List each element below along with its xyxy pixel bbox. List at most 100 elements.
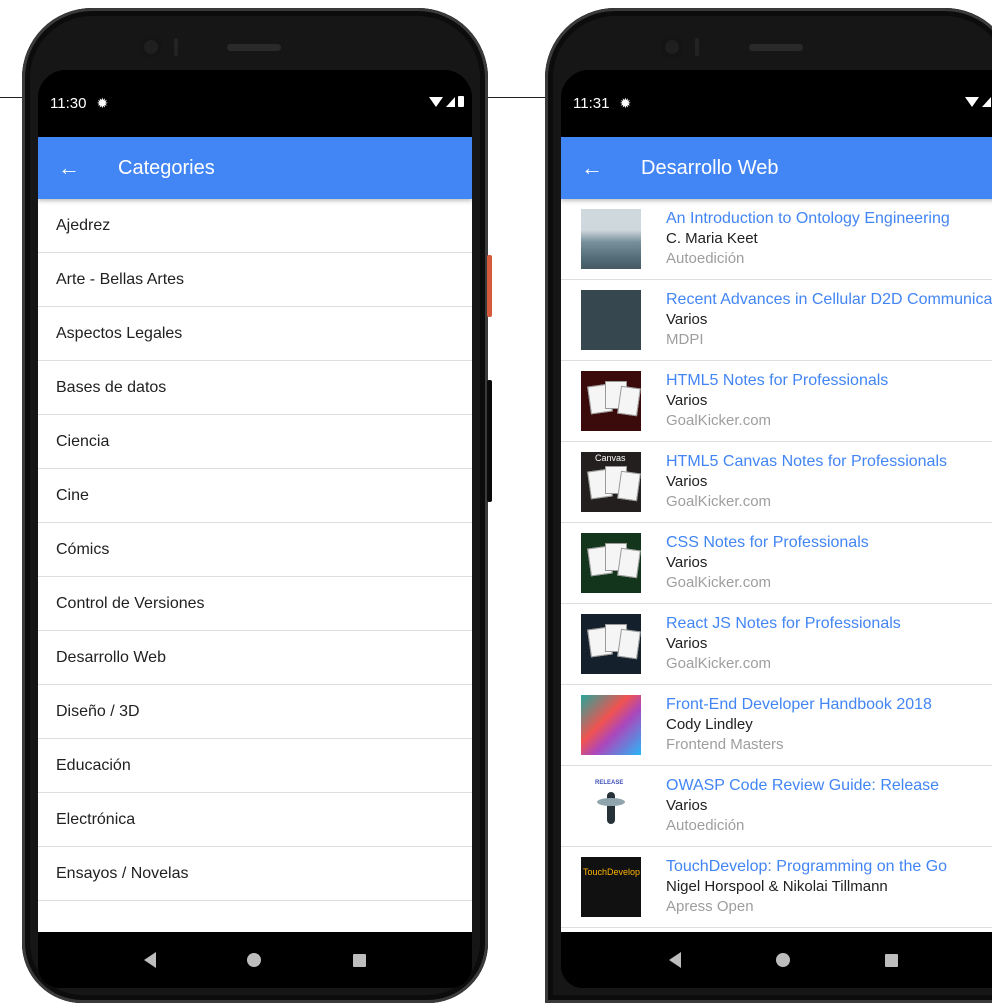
- category-item[interactable]: Arte - Bellas Artes: [38, 253, 472, 307]
- status-time: 11:30: [50, 95, 87, 112]
- square-icon[interactable]: [353, 953, 367, 967]
- category-label: Diseño / 3D: [56, 702, 140, 720]
- triangle-left-icon[interactable]: [668, 952, 681, 968]
- book-list-item[interactable]: An Introduction to Ontology Engineering …: [561, 199, 992, 280]
- screen-right: 11:31 ✹ ← Desarrollo Web An Introduction…: [561, 70, 992, 988]
- square-icon[interactable]: [884, 953, 898, 967]
- proximity-sensor: [695, 38, 699, 56]
- book-list-item[interactable]: HTML5 Notes for Professionals Varios Goa…: [561, 361, 992, 442]
- book-author: Cody Lindley: [666, 716, 753, 733]
- category-label: Aspectos Legales: [56, 324, 183, 342]
- book-author: C. Maria Keet: [666, 230, 758, 247]
- category-label: Ciencia: [56, 432, 110, 450]
- book-title: React JS Notes for Professionals: [666, 615, 901, 632]
- book-details: CSS Notes for Professionals Varios GoalK…: [666, 533, 869, 593]
- backdrop-line-middle: [488, 97, 546, 98]
- category-item[interactable]: Ciencia: [38, 415, 472, 469]
- book-list-item[interactable]: CSS Notes for Professionals Varios GoalK…: [561, 523, 992, 604]
- category-item[interactable]: Ajedrez: [38, 199, 472, 253]
- book-publisher: GoalKicker.com: [666, 655, 772, 672]
- battery-icon: [458, 96, 464, 107]
- category-item[interactable]: Ensayos / Novelas: [38, 847, 472, 901]
- gear-icon: ✹: [619, 95, 632, 111]
- category-item[interactable]: Aspectos Legales: [38, 307, 472, 361]
- book-title: OWASP Code Review Guide: Release: [666, 777, 940, 794]
- cover-label-canvas: Canvas: [595, 453, 626, 463]
- circle-icon[interactable]: [247, 953, 262, 967]
- book-title: An Introduction to Ontology Engineering: [666, 210, 950, 227]
- book-publisher: MDPI: [666, 331, 704, 348]
- arrow-left-icon[interactable]: ←: [581, 155, 621, 181]
- category-label: Cómics: [56, 540, 110, 558]
- book-list-item[interactable]: RELEASE OWASP Code Review Guide: Release…: [561, 766, 992, 847]
- proximity-sensor: [174, 38, 178, 56]
- page-title: Desarrollo Web: [641, 156, 779, 179]
- page-title: Categories: [118, 156, 215, 179]
- book-details: OWASP Code Review Guide: Release Varios …: [666, 776, 939, 836]
- book-details: Recent Advances in Cellular D2D Communic…: [666, 290, 992, 350]
- book-cover: [581, 695, 641, 755]
- power-button[interactable]: [487, 255, 492, 317]
- category-label: Control de Versiones: [56, 594, 205, 612]
- category-label: Bases de datos: [56, 378, 167, 396]
- category-item[interactable]: Cine: [38, 469, 472, 523]
- book-title: HTML5 Notes for Professionals: [666, 372, 889, 389]
- book-author: Varios: [666, 392, 708, 409]
- status-bar: 11:31 ✹: [561, 70, 992, 137]
- phone-left: 11:30 ✹ ← Categories Ajedrez Arte - Bell…: [22, 8, 492, 1003]
- book-list-item[interactable]: Recent Advances in Cellular D2D Communic…: [561, 280, 992, 361]
- front-camera: [661, 36, 683, 58]
- category-label: Cine: [56, 486, 89, 504]
- category-label: Educación: [56, 756, 131, 774]
- book-list-item[interactable]: TouchDevelop TouchDevelop: Programming o…: [561, 847, 992, 928]
- book-title: CSS Notes for Professionals: [666, 534, 869, 551]
- category-item[interactable]: Educación: [38, 739, 472, 793]
- category-label: Desarrollo Web: [56, 648, 166, 666]
- gear-icon: ✹: [96, 95, 109, 111]
- book-author: Varios: [666, 797, 708, 814]
- status-icons: [429, 96, 464, 107]
- book-details: TouchDevelop: Programming on the Go Nige…: [666, 857, 947, 917]
- status-bar: 11:30 ✹: [38, 70, 472, 137]
- phone-right: 11:31 ✹ ← Desarrollo Web An Introduction…: [545, 8, 992, 1003]
- backdrop-line-left: [0, 97, 24, 98]
- book-publisher: Autoedición: [666, 250, 745, 267]
- circle-icon[interactable]: [775, 953, 790, 967]
- book-publisher: GoalKicker.com: [666, 574, 772, 591]
- navigation-bar: [561, 932, 992, 988]
- earpiece-speaker: [749, 44, 803, 51]
- category-item[interactable]: Cómics: [38, 523, 472, 577]
- category-item[interactable]: Desarrollo Web: [38, 631, 472, 685]
- book-title: HTML5 Canvas Notes for Professionals: [666, 453, 947, 470]
- wasp-figure: [607, 792, 615, 824]
- book-publisher: GoalKicker.com: [666, 493, 772, 510]
- category-item[interactable]: Diseño / 3D: [38, 685, 472, 739]
- book-author: Varios: [666, 635, 708, 652]
- book-list-item[interactable]: Canvas HTML5 Canvas Notes for Profession…: [561, 442, 992, 523]
- navigation-bar: [38, 932, 472, 988]
- cover-label-release: RELEASE: [595, 780, 624, 786]
- category-label: Arte - Bellas Artes: [56, 270, 185, 288]
- book-author: Varios: [666, 473, 708, 490]
- book-cover: [581, 290, 641, 350]
- triangle-left-icon[interactable]: [143, 952, 156, 968]
- book-list-item[interactable]: React JS Notes for Professionals Varios …: [561, 604, 992, 685]
- book-details: Front-End Developer Handbook 2018 Cody L…: [666, 695, 932, 755]
- book-list-item[interactable]: Front-End Developer Handbook 2018 Cody L…: [561, 685, 992, 766]
- book-title: Recent Advances in Cellular D2D Communic…: [666, 291, 992, 308]
- category-item[interactable]: Control de Versiones: [38, 577, 472, 631]
- book-cover: [581, 533, 641, 593]
- arrow-left-icon[interactable]: ←: [58, 155, 98, 181]
- book-cover: RELEASE: [581, 776, 641, 836]
- book-cover: Canvas: [581, 452, 641, 512]
- book-publisher: Frontend Masters: [666, 736, 784, 753]
- book-list: An Introduction to Ontology Engineering …: [561, 199, 992, 932]
- wasp-wings: [597, 798, 625, 806]
- earpiece-speaker: [227, 44, 281, 51]
- volume-button[interactable]: [487, 380, 492, 502]
- signal-icon: [982, 96, 991, 107]
- book-details: React JS Notes for Professionals Varios …: [666, 614, 901, 674]
- book-author: Varios: [666, 554, 708, 571]
- category-item[interactable]: Electrónica: [38, 793, 472, 847]
- category-item[interactable]: Bases de datos: [38, 361, 472, 415]
